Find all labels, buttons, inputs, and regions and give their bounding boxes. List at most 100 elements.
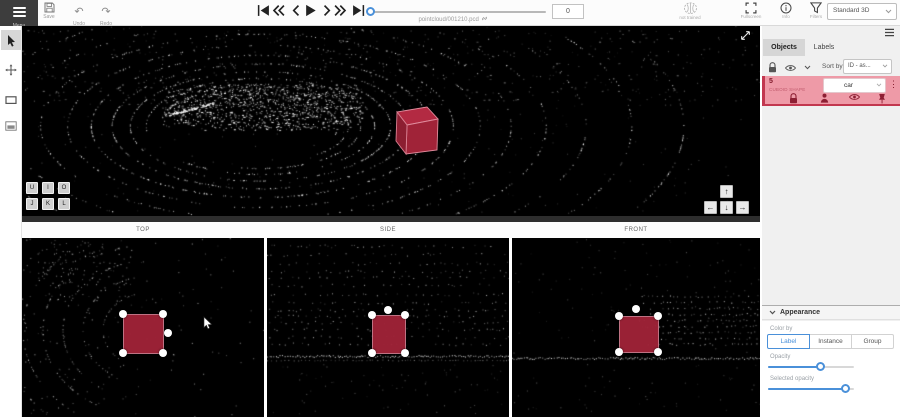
keypad-key-u[interactable]: U [26, 182, 38, 194]
info-label: Info [769, 14, 803, 19]
opacity-slider-thumb[interactable] [816, 362, 825, 371]
save-button[interactable]: Save [36, 2, 62, 20]
view-mode-value: Standard 3D [833, 7, 870, 14]
bbox-handle[interactable] [401, 349, 409, 357]
opacity-slider-track[interactable] [768, 366, 854, 368]
frame-number-input[interactable] [552, 4, 584, 19]
undo-button[interactable]: ↶ Undo [66, 2, 92, 27]
panel-menu-button[interactable] [884, 28, 895, 37]
info-icon [780, 2, 792, 14]
view-mode-select[interactable]: Standard 3D [827, 3, 897, 20]
top-toolbar: Menu Save ↶ Undo ↷ Redo pointcloud/00121… [0, 0, 900, 26]
image-tool-button[interactable] [1, 116, 21, 136]
bbox-handle[interactable] [159, 310, 167, 318]
cuboid-side-view-box[interactable] [372, 315, 406, 354]
object-owner-button[interactable] [820, 93, 829, 103]
fast-forward-button[interactable] [334, 4, 347, 17]
undo-icon: ↶ [74, 6, 83, 18]
object-more-button[interactable]: ⋮ [889, 79, 898, 90]
nav-left-button[interactable]: ← [704, 201, 717, 214]
next-frame-icon [320, 4, 333, 17]
nav-down-button[interactable]: ↓ [720, 201, 733, 214]
move-tool-button[interactable] [1, 60, 21, 80]
object-pin-button[interactable] [878, 93, 886, 104]
image-icon [5, 121, 17, 131]
bbox-handle[interactable] [119, 310, 127, 318]
cuboid-3d-annotation[interactable] [388, 104, 440, 158]
prev-frame-button[interactable] [290, 4, 303, 17]
keypad-key-o[interactable]: O [58, 182, 70, 194]
keypad-key-j[interactable]: J [26, 198, 38, 210]
bbox-handle[interactable] [164, 329, 172, 337]
bbox-handle[interactable] [159, 349, 167, 357]
bbox-handle[interactable] [632, 305, 640, 313]
select-tool-button[interactable] [1, 30, 21, 50]
appearance-section-header[interactable]: Appearance [762, 306, 900, 320]
bbox-handle[interactable] [368, 349, 376, 357]
bbox-handle[interactable] [654, 348, 662, 356]
cuboid-tool-button[interactable] [1, 90, 21, 110]
save-icon [36, 2, 62, 13]
visibility-all-button[interactable] [785, 64, 796, 72]
object-lock-button[interactable] [789, 93, 798, 104]
nav-up-button[interactable]: ↑ [720, 185, 733, 198]
not-trained-label: not trained [673, 15, 707, 20]
not-trained-indicator: not trained [673, 1, 707, 20]
color-by-label-option[interactable]: Label [767, 334, 810, 349]
keypad-key-i[interactable]: I [42, 182, 54, 194]
object-shape-label: CUBOID SHAPE [769, 87, 805, 92]
lock-all-button[interactable] [768, 62, 777, 73]
sort-by-label: Sort by [822, 63, 843, 70]
color-by-group-option[interactable]: Group [851, 334, 894, 349]
frame-slider-track[interactable] [370, 11, 546, 13]
sort-order-select[interactable]: ID - as... [843, 59, 892, 74]
selected-opacity-slider-thumb[interactable] [841, 384, 850, 393]
rewind-button[interactable] [272, 4, 285, 17]
nav-right-button[interactable]: → [736, 201, 749, 214]
tab-labels[interactable]: Labels [806, 39, 842, 56]
fast-forward-icon [334, 4, 347, 17]
redo-button[interactable]: ↷ Redo [93, 2, 119, 27]
bbox-handle[interactable] [401, 311, 409, 319]
bbox-handle[interactable] [654, 312, 662, 320]
object-class-select[interactable]: car [823, 78, 886, 93]
color-by-instance-option[interactable]: Instance [809, 334, 852, 349]
play-icon [304, 4, 317, 17]
object-class-value: car [824, 82, 873, 89]
play-button[interactable] [304, 4, 317, 17]
lock-icon [768, 62, 777, 73]
opacity-label: Opacity [770, 354, 790, 360]
filters-icon [810, 2, 822, 14]
bbox-handle[interactable] [384, 306, 392, 314]
chevron-down-icon [769, 310, 776, 315]
object-card-5[interactable]: 5 CUBOID SHAPE car ⋮ [762, 76, 900, 106]
expand-view-button[interactable] [740, 30, 751, 41]
redo-icon: ↷ [101, 6, 110, 18]
pin-icon [878, 93, 886, 104]
cuboid-front-view-box[interactable] [619, 316, 659, 353]
keypad-key-l[interactable]: L [58, 198, 70, 210]
bbox-handle[interactable] [368, 311, 376, 319]
tab-objects[interactable]: Objects [763, 39, 805, 56]
fullscreen-button[interactable]: Fullscreen [734, 1, 768, 19]
bbox-handle[interactable] [615, 348, 623, 356]
chevron-down-icon[interactable] [804, 65, 811, 70]
info-button[interactable]: Info [769, 1, 803, 19]
link-icon[interactable] [481, 15, 488, 22]
next-frame-button[interactable] [320, 4, 333, 17]
rewind-icon [272, 4, 285, 17]
fullscreen-label: Fullscreen [734, 14, 768, 19]
chevron-down-icon [882, 64, 888, 68]
cuboid-top-view-box[interactable] [123, 314, 164, 354]
skip-start-button[interactable] [257, 4, 270, 17]
list-menu-icon [884, 28, 895, 37]
object-id: 5 [769, 78, 773, 85]
keypad-key-k[interactable]: K [42, 198, 54, 210]
selected-opacity-label: Selected opacity [770, 376, 814, 382]
bbox-handle[interactable] [119, 349, 127, 357]
main-menu-button[interactable]: Menu [0, 0, 38, 26]
expand-diagonal-icon [740, 30, 751, 41]
object-visibility-button[interactable] [849, 93, 860, 101]
bbox-handle[interactable] [615, 312, 623, 320]
color-by-label: Color by [770, 326, 792, 332]
